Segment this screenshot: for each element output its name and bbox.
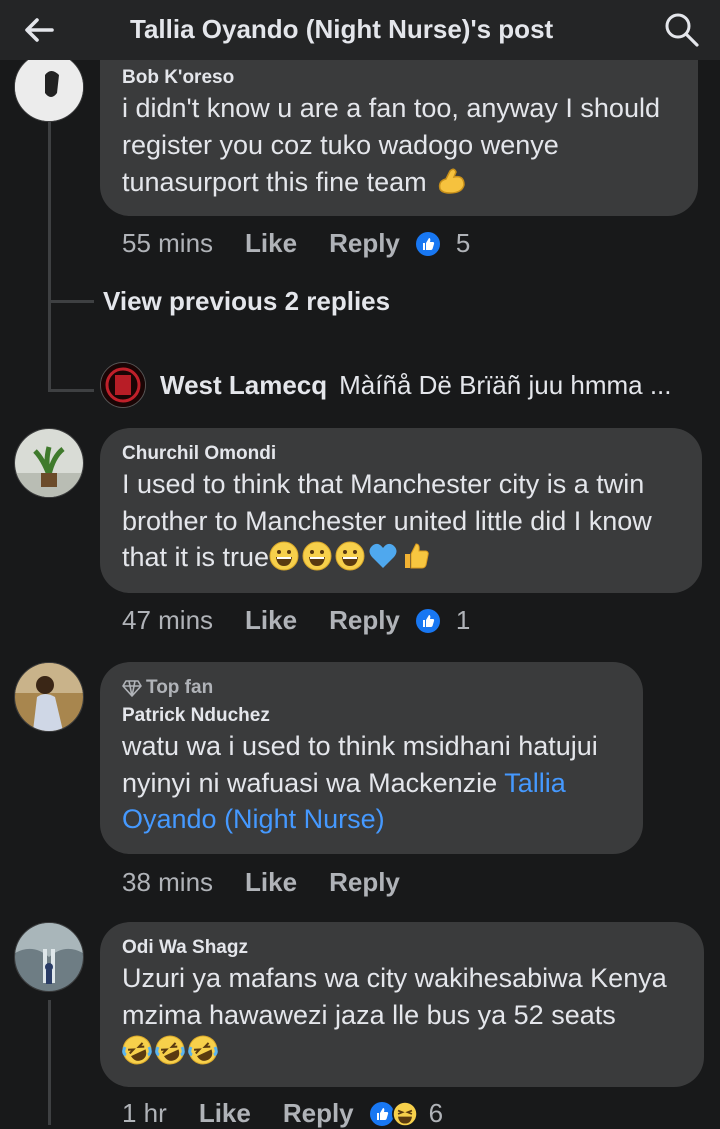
rolling-laughing-emoji	[122, 1035, 152, 1065]
reply-button[interactable]: Reply	[329, 228, 400, 259]
avatar-image	[15, 53, 83, 121]
avatar-image	[15, 663, 83, 731]
avatar-image	[15, 923, 83, 991]
comment-time[interactable]: 1 hr	[122, 1098, 167, 1129]
top-fan-label: Top fan	[146, 677, 214, 698]
reaction-count[interactable]: 1	[456, 605, 470, 636]
laughing-reaction-icon	[391, 1100, 418, 1127]
comment-time[interactable]: 55 mins	[122, 228, 213, 259]
comment-author[interactable]: Patrick Nduchez	[122, 704, 621, 728]
top-fan-badge: Top fan	[122, 676, 621, 700]
avatar[interactable]	[100, 362, 146, 408]
avatar-image	[15, 429, 83, 497]
comment-author[interactable]: Churchil Omondi	[122, 442, 680, 466]
like-reaction-icon	[413, 606, 442, 635]
comment-time[interactable]: 38 mins	[122, 867, 213, 898]
comment-meta: 1 hr Like Reply 6	[122, 1098, 443, 1129]
like-button[interactable]: Like	[199, 1098, 251, 1129]
comment-text: I used to think that Manchester city is …	[122, 469, 652, 572]
comment-text: watu wa i used to think msidhani hatujui…	[122, 731, 598, 834]
comment-time[interactable]: 47 mins	[122, 605, 213, 636]
search-button[interactable]	[664, 12, 704, 48]
latest-reply-preview[interactable]: West Lamecq Màíñå Dë Brïäñ juu hmma ...	[100, 362, 672, 408]
reply-button[interactable]: Reply	[283, 1098, 354, 1129]
grinning-face-emoji	[335, 541, 365, 571]
comment-bubble[interactable]: Bob K'oreso i didn't know u are a fan to…	[100, 60, 698, 216]
avatar[interactable]	[14, 662, 84, 732]
like-button[interactable]: Like	[245, 605, 297, 636]
rolling-laughing-emoji	[188, 1035, 218, 1065]
diamond-icon	[122, 680, 142, 697]
grinning-face-emoji	[269, 541, 299, 571]
reply-preview-text: Màíñå Dë Brïäñ juu hmma ...	[339, 369, 672, 400]
blue-heart-emoji	[368, 541, 398, 571]
like-button[interactable]: Like	[245, 228, 297, 259]
back-button[interactable]	[22, 14, 62, 46]
comment-bubble[interactable]: Odi Wa Shagz Uzuri ya mafans wa city wak…	[100, 922, 704, 1087]
reply-button[interactable]: Reply	[329, 867, 400, 898]
thumbs-up-emoji	[401, 541, 431, 571]
comment-meta: 55 mins Like Reply 5	[122, 228, 470, 259]
search-icon	[665, 13, 699, 47]
avatar-image	[101, 363, 145, 407]
thread-connector	[48, 389, 94, 392]
comment-author[interactable]: Odi Wa Shagz	[122, 936, 682, 960]
thread-line	[48, 1000, 51, 1125]
reaction-count[interactable]: 6	[429, 1098, 443, 1129]
thread-line	[48, 120, 51, 392]
like-button[interactable]: Like	[245, 867, 297, 898]
comment-author[interactable]: Bob K'oreso	[122, 66, 676, 90]
comment-meta: 38 mins Like Reply	[122, 867, 400, 898]
grinning-face-emoji	[302, 541, 332, 571]
reaction-count[interactable]: 5	[456, 228, 470, 259]
view-previous-replies[interactable]: View previous 2 replies	[103, 286, 390, 317]
avatar[interactable]	[14, 52, 84, 122]
comment-text: i didn't know u are a fan too, anyway I …	[122, 93, 660, 197]
rolling-laughing-emoji	[155, 1035, 185, 1065]
header-bar: Tallia Oyando (Night Nurse)'s post	[0, 0, 720, 60]
flexed-biceps-emoji	[434, 163, 468, 197]
comment-text: Uzuri ya mafans wa city wakihesabiwa Ken…	[122, 960, 682, 1070]
avatar[interactable]	[14, 922, 84, 992]
reply-button[interactable]: Reply	[329, 605, 400, 636]
page-title: Tallia Oyando (Night Nurse)'s post	[130, 14, 554, 44]
comment-bubble[interactable]: Top fan Patrick Nduchez watu wa i used t…	[100, 662, 643, 854]
thread-connector	[48, 300, 94, 303]
reply-author[interactable]: West Lamecq	[160, 370, 327, 401]
like-reaction-icon	[413, 229, 442, 258]
avatar[interactable]	[14, 428, 84, 498]
back-arrow-icon	[25, 18, 54, 42]
comment-bubble[interactable]: Churchil Omondi I used to think that Man…	[100, 428, 702, 593]
comment-meta: 47 mins Like Reply 1	[122, 605, 470, 636]
